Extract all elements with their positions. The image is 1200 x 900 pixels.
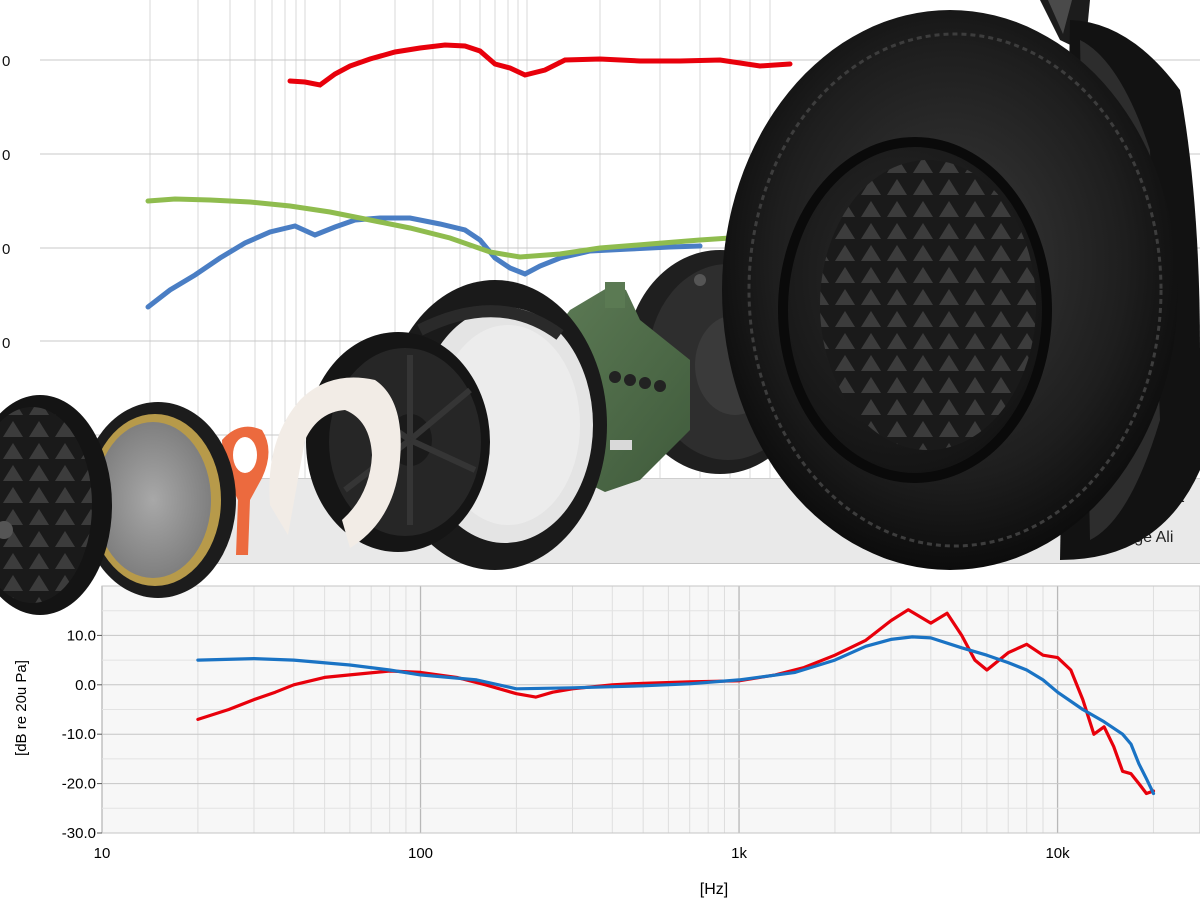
legend-item-target[interactable]: get xyxy=(1162,489,1184,507)
y-tick-label: 0.0 xyxy=(75,677,96,694)
upper-y-tick-label: 0 xyxy=(2,147,10,164)
y-tick-label: -30.0 xyxy=(62,825,96,842)
upper-y-tick-label: 0 xyxy=(2,241,10,258)
frequency-response-chart: -30.0 -20.0 -10.0 0.0 10.0 10 100 1k 10k [dB re… xyxy=(13,585,1200,898)
upper-legend-fragment: arget xyxy=(222,447,259,464)
upper-series-red xyxy=(287,42,793,88)
y-axis-label: [dB re 20u Pa] xyxy=(13,660,30,756)
upper-y-tick-label: 0 xyxy=(2,335,10,352)
y-tick-label: -10.0 xyxy=(62,726,96,743)
x-tick-label: 10 xyxy=(94,845,111,862)
x-tick-label: 100 xyxy=(408,845,433,862)
legend-panel: get rage Ali xyxy=(0,478,1200,564)
y-tick-label: 10.0 xyxy=(67,627,96,644)
y-axis-tick-labels: -30.0 -20.0 -10.0 0.0 10.0 xyxy=(62,627,102,842)
x-tick-label: 1k xyxy=(731,845,747,862)
x-tick-label: 10k xyxy=(1045,845,1070,862)
x-axis-tick-labels: 10 100 1k 10k xyxy=(94,845,1071,862)
x-axis-label: [Hz] xyxy=(700,881,728,898)
legend-item-average[interactable]: rage Ali xyxy=(1120,529,1173,547)
y-tick-label: -20.0 xyxy=(62,776,96,793)
background-frequency-chart: 0 0 0 0 arget xyxy=(2,0,1200,480)
upper-y-tick-labels: 0 0 0 0 xyxy=(2,53,10,352)
upper-grid xyxy=(40,0,1200,480)
upper-y-tick-label: 0 xyxy=(2,53,10,70)
